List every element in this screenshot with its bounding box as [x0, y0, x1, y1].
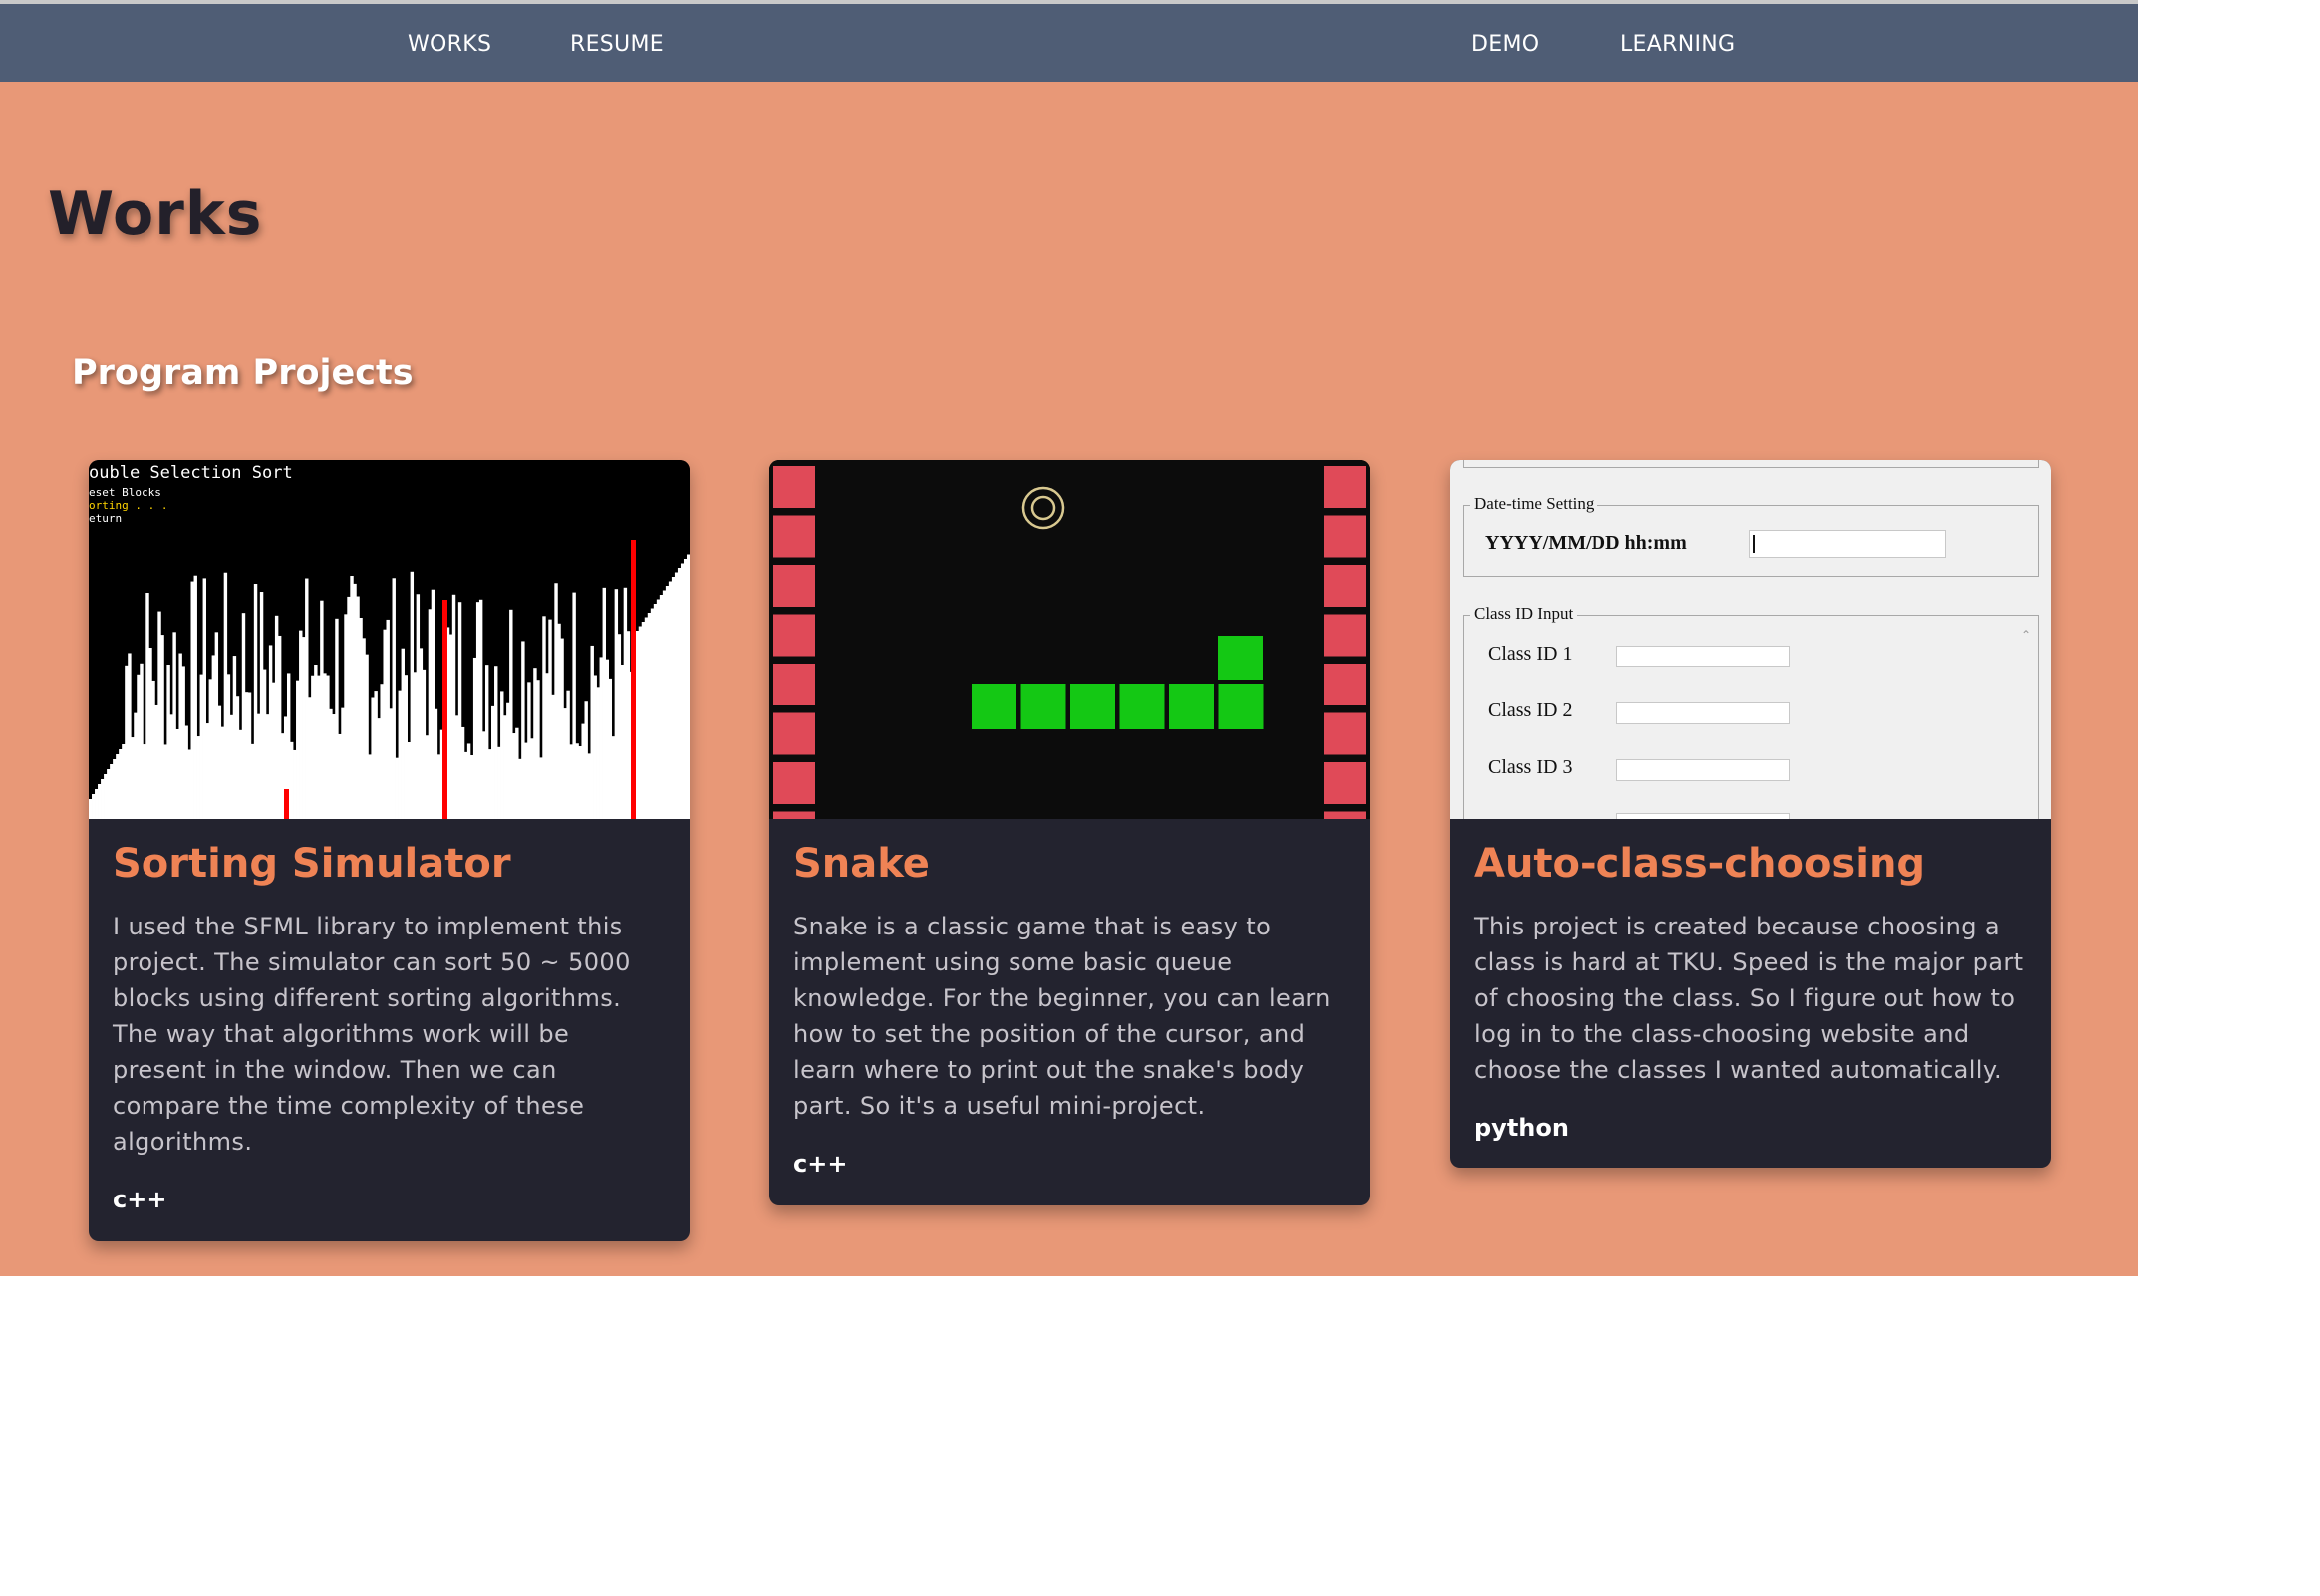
class-id-label-2: Class ID 2 [1488, 699, 1573, 721]
sort-menu-sorting: orting . . . [89, 499, 168, 512]
project-card-auto-class-choosing[interactable]: Date-time Setting YYYY/MM/DD hh:mm Class… [1450, 460, 2051, 1168]
card-language-tag: c++ [793, 1150, 848, 1178]
section-title-program-projects: Program Projects [72, 353, 414, 393]
nav-link-works[interactable]: WORKS [408, 32, 491, 57]
card-title[interactable]: Snake [793, 841, 1346, 887]
snake-right-wall [1320, 460, 1370, 819]
card-title[interactable]: Sorting Simulator [113, 841, 666, 887]
works-section: Works Program Projects ouble Selection S… [0, 82, 2138, 1276]
snake-left-wall [769, 460, 819, 819]
card-title[interactable]: Auto-class-choosing [1474, 841, 2027, 887]
nav-link-learning[interactable]: LEARNING [1620, 32, 1735, 57]
sort-bars [89, 554, 690, 819]
class-id-label-3: Class ID 3 [1488, 756, 1573, 778]
class-id-label-1: Class ID 1 [1488, 643, 1573, 665]
class-id-input-1 [1616, 646, 1790, 667]
class-id-input-2 [1616, 702, 1790, 724]
top-navbar: WORKS RESUME DEMO LEARNING [0, 4, 2138, 82]
snake-game-graphic [769, 460, 1370, 819]
page-title: Works [48, 179, 263, 249]
sort-highlight-bar [631, 540, 636, 819]
card-description: I used the SFML library to implement thi… [113, 913, 631, 1156]
card-language-tag: python [1474, 1114, 1569, 1142]
class-id-input-3 [1616, 759, 1790, 781]
snake-head [1218, 636, 1263, 680]
snake-game-screenshot [769, 460, 1370, 819]
datetime-format-label: YYYY/MM/DD hh:mm [1485, 532, 1687, 554]
nav-link-demo[interactable]: DEMO [1471, 32, 1539, 57]
card-description: This project is created because choosing… [1474, 913, 2024, 1084]
class-id-input-4 [1616, 813, 1790, 819]
sort-caption: ouble Selection Sort [89, 463, 293, 483]
classid-group-label: Class ID Input [1470, 604, 1578, 624]
datetime-input [1749, 530, 1946, 558]
sort-menu-reset: eset Blocks [89, 486, 161, 499]
sort-menu-return: eturn [89, 512, 123, 525]
sorting-bars-graphic [89, 540, 690, 819]
text-cursor [1753, 535, 1755, 553]
scroll-up-arrow-icon: ⌃ [2021, 628, 2032, 642]
sort-highlight-bar [284, 789, 289, 819]
card-language-tag: c++ [113, 1186, 167, 1213]
sorting-simulator-screenshot: ouble Selection Sort eset Blocks orting … [89, 460, 690, 819]
card-description: Snake is a classic game that is easy to … [793, 913, 1331, 1120]
auto-class-choosing-screenshot: Date-time Setting YYYY/MM/DD hh:mm Class… [1450, 460, 2051, 819]
sort-highlight-bar [442, 600, 447, 819]
datetime-group-label: Date-time Setting [1470, 494, 1598, 514]
project-card-sorting-simulator[interactable]: ouble Selection Sort eset Blocks orting … [89, 460, 690, 1241]
nav-link-resume[interactable]: RESUME [570, 32, 664, 57]
project-card-snake[interactable]: Snake Snake is a classic game that is ea… [769, 460, 1370, 1205]
